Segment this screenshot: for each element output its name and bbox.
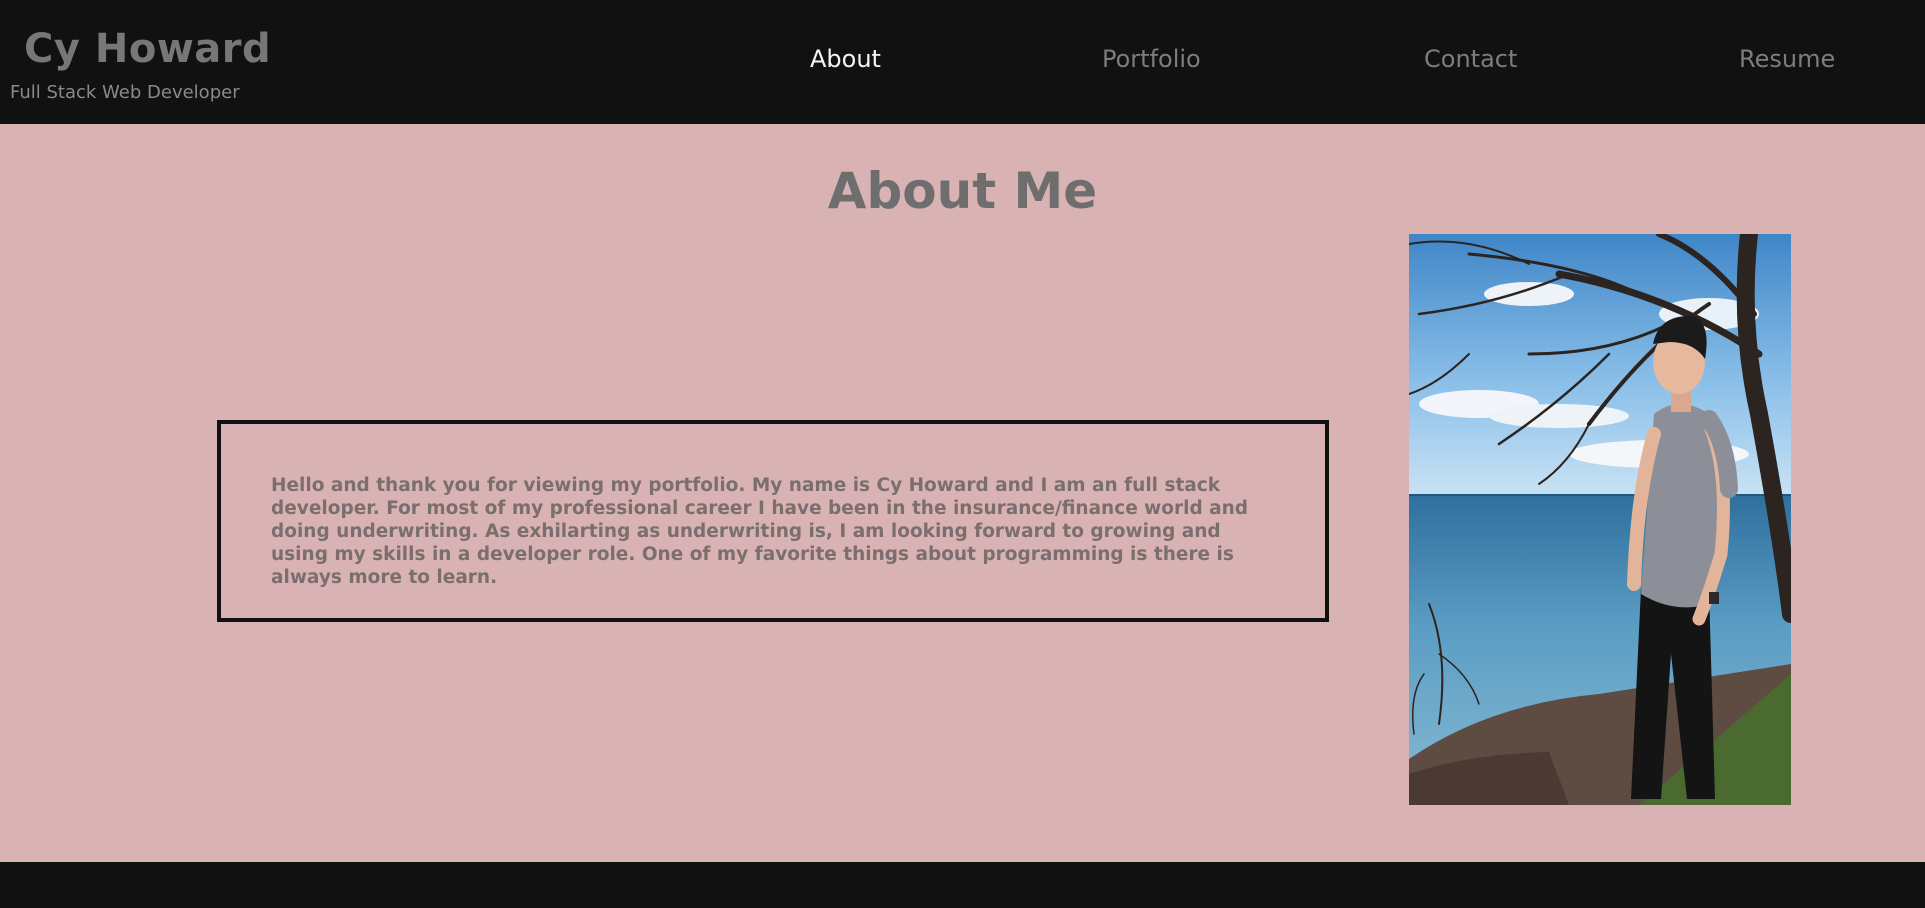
bio-box: Hello and thank you for viewing my portf… xyxy=(217,420,1329,622)
nav-link-portfolio[interactable]: Portfolio xyxy=(1102,45,1201,73)
bio-text: Hello and thank you for viewing my portf… xyxy=(271,475,1249,588)
nav-link-about[interactable]: About xyxy=(810,45,881,73)
nav-link-resume[interactable]: Resume xyxy=(1739,45,1835,73)
page-title: About Me xyxy=(827,162,1098,220)
site-header: Cy Howard Full Stack Web Developer About… xyxy=(0,0,1925,124)
nav-link-contact[interactable]: Contact xyxy=(1424,45,1517,73)
brand-tagline: Full Stack Web Developer xyxy=(10,82,240,103)
site-footer xyxy=(0,862,1925,908)
profile-photo-illustration xyxy=(1409,234,1791,805)
brand-name[interactable]: Cy Howard xyxy=(24,26,271,72)
profile-photo xyxy=(1409,234,1791,805)
about-section: About Me Hello and thank you for viewing… xyxy=(0,124,1925,862)
